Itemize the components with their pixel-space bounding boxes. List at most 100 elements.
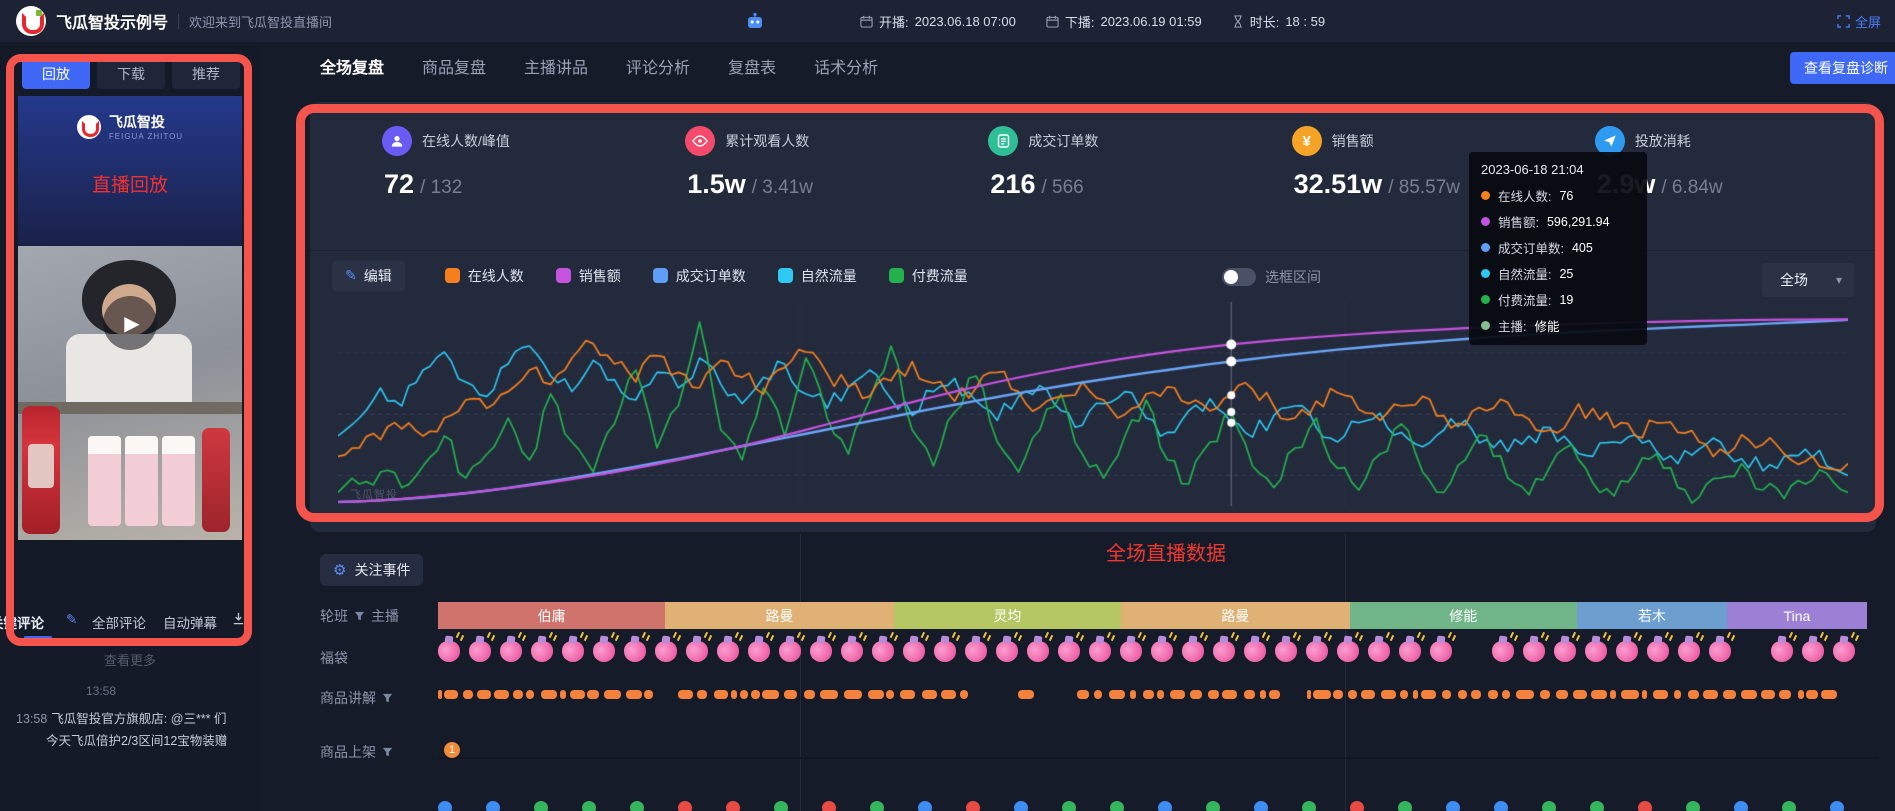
video-frame xyxy=(18,246,242,540)
legend-item-销售额[interactable]: 销售额 xyxy=(556,266,621,286)
feigua-logo-icon xyxy=(77,115,101,139)
explain-mark xyxy=(1806,690,1817,699)
explain-mark xyxy=(1413,690,1418,699)
duration: 时长:18 : 59 xyxy=(1232,12,1325,31)
range-toggle-label: 选框区间 xyxy=(1265,267,1321,287)
lucky-bag-icon xyxy=(1337,641,1359,662)
yuan-icon: ¥ xyxy=(1292,126,1322,156)
explain-mark xyxy=(900,690,915,699)
explain-mark xyxy=(1488,690,1498,699)
shift-segment-Tina: Tina xyxy=(1727,602,1867,629)
robot-icon[interactable] xyxy=(744,10,766,32)
product-pin-badge[interactable]: 1 xyxy=(444,742,460,758)
lucky-bag-icon xyxy=(779,641,801,662)
follow-events-button[interactable]: ⚙ 关注事件 xyxy=(320,554,423,586)
explain-mark xyxy=(1798,690,1804,699)
legend-item-自然流量[interactable]: 自然流量 xyxy=(778,266,857,286)
legend-item-在线人数[interactable]: 在线人数 xyxy=(445,266,524,286)
explain-mark xyxy=(1157,690,1164,699)
explain-mark xyxy=(1381,690,1396,699)
replay-tab-回放[interactable]: 回放 xyxy=(22,59,90,89)
lucky-bag-icon xyxy=(1182,641,1204,662)
lucky-bag-icon xyxy=(1647,641,1669,662)
download-icon[interactable] xyxy=(232,612,245,625)
explain-mark xyxy=(1621,690,1639,699)
lucky-bag-icon xyxy=(1430,641,1452,662)
tab-key-comments[interactable]: 关键评论 xyxy=(0,612,44,632)
range-toggle-switch[interactable] xyxy=(1222,268,1256,286)
tab-话术分析[interactable]: 话术分析 xyxy=(814,48,878,84)
explain-mark xyxy=(1208,690,1219,699)
explain-mark xyxy=(1502,690,1510,699)
legend-item-成交订单数[interactable]: 成交订单数 xyxy=(653,266,746,286)
stat-card-成交订单数: 成交订单数216/ 566 xyxy=(946,126,1249,200)
end-time: 下播:2023.06.19 01:59 xyxy=(1046,12,1202,31)
filter-icon[interactable] xyxy=(354,611,365,622)
explain-mark xyxy=(1642,690,1647,699)
lucky-bag-row xyxy=(438,641,1864,671)
lucky-bag-icon xyxy=(469,641,491,662)
event-dot xyxy=(1158,801,1172,811)
lucky-bag-icon xyxy=(872,641,894,662)
comment-timestamp: 13:58 xyxy=(86,684,116,698)
explain-mark xyxy=(494,690,509,699)
calendar-icon xyxy=(860,15,873,28)
pencil-icon[interactable]: ✎ xyxy=(66,612,77,628)
event-dot xyxy=(1638,801,1652,811)
filter-icon[interactable] xyxy=(382,747,393,758)
explain-mark xyxy=(1458,690,1467,699)
product-carton xyxy=(162,436,195,526)
shift-segment-路曼: 路曼 xyxy=(665,602,894,629)
explain-mark xyxy=(1190,690,1203,699)
explain-mark xyxy=(1703,690,1718,699)
lucky-bag-icon xyxy=(1492,641,1514,662)
lucky-bag-icon xyxy=(1027,641,1049,662)
fullscreen-button[interactable]: 全屏 xyxy=(1837,0,1881,42)
explain-mark xyxy=(960,690,967,699)
explain-mark xyxy=(1348,690,1357,699)
tab-主播讲品[interactable]: 主播讲品 xyxy=(524,48,588,84)
event-dot xyxy=(1590,801,1604,811)
lucky-bag-icon xyxy=(531,641,553,662)
edit-metrics-button[interactable]: ✎ 编辑 xyxy=(332,261,405,291)
event-dot xyxy=(1830,801,1844,811)
chart-legend: 在线人数 销售额 成交订单数 自然流量 付费流量 xyxy=(445,266,968,286)
explain-mark xyxy=(678,690,693,699)
explain-mark xyxy=(1779,690,1791,699)
tab-auto-danmu[interactable]: 自动弹幕 xyxy=(163,612,217,632)
play-button[interactable]: ▶ xyxy=(103,296,157,350)
product-shelf-row-label: 商品上架 xyxy=(320,742,393,762)
lucky-bag-icon xyxy=(655,641,677,662)
anchor-shift-bar: 伯庸路曼灵均路曼修能若木Tina xyxy=(438,602,1867,629)
explain-mark xyxy=(1471,690,1481,699)
explain-mark xyxy=(463,690,474,699)
tab-all-comments[interactable]: 全部评论 xyxy=(92,612,146,632)
event-dot xyxy=(870,801,884,811)
explain-mark xyxy=(477,690,491,699)
replay-tab-推荐[interactable]: 推荐 xyxy=(172,59,240,89)
view-diagnosis-button[interactable]: 查看复盘诊断 xyxy=(1790,52,1895,84)
view-more-link[interactable]: 查看更多 xyxy=(0,650,260,669)
event-dot xyxy=(438,801,452,811)
replay-tab-下载[interactable]: 下载 xyxy=(97,59,165,89)
explain-mark xyxy=(762,690,779,699)
user-icon xyxy=(382,126,412,156)
broadcast-times: 开播:2023.06.18 07:00 下播:2023.06.19 01:59 … xyxy=(860,0,1325,42)
calendar-icon xyxy=(1046,15,1059,28)
welcome-text: 欢迎来到飞瓜智投直播间 xyxy=(189,12,332,31)
explain-mark xyxy=(844,690,861,699)
legend-item-付费流量[interactable]: 付费流量 xyxy=(889,266,968,286)
active-tab-underline xyxy=(24,636,52,639)
explain-mark xyxy=(587,690,599,699)
event-dot xyxy=(1782,801,1796,811)
tab-全场复盘[interactable]: 全场复盘 xyxy=(320,48,384,84)
tab-复盘表[interactable]: 复盘表 xyxy=(728,48,776,84)
tab-评论分析[interactable]: 评论分析 xyxy=(626,48,690,84)
tab-商品复盘[interactable]: 商品复盘 xyxy=(422,48,486,84)
lucky-bag-icon xyxy=(1244,641,1266,662)
filter-icon[interactable] xyxy=(382,693,393,704)
stat-peak-value: / 3.41w xyxy=(752,177,813,198)
lucky-bag-icon xyxy=(1833,641,1855,662)
scope-select[interactable]: 全场 ▾ xyxy=(1762,263,1854,297)
explain-mark xyxy=(438,690,442,699)
